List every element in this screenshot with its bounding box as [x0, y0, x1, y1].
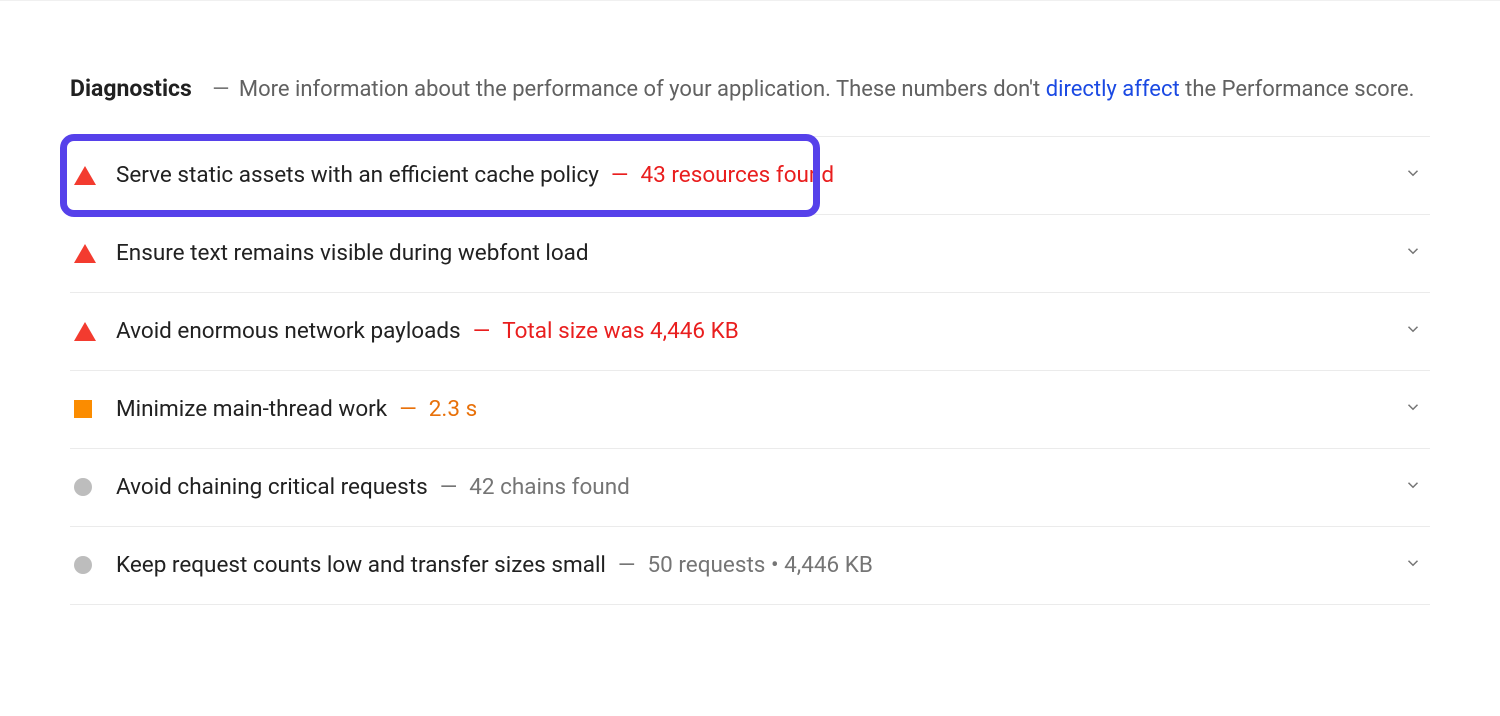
- severity-square-orange-icon: [74, 400, 116, 418]
- chevron-down-icon: [1392, 164, 1422, 186]
- dash-separator: —: [399, 396, 417, 422]
- severity-circle-gray-icon: [74, 556, 116, 574]
- diagnostic-detail: 42 chains found: [469, 474, 630, 500]
- diagnostic-item-main-thread[interactable]: Minimize main-thread work — 2.3 s: [70, 371, 1430, 449]
- chevron-down-icon: [1392, 476, 1422, 498]
- dash-separator: —: [618, 552, 636, 578]
- directly-affect-link[interactable]: directly affect: [1046, 77, 1180, 102]
- chevron-down-icon: [1392, 242, 1422, 264]
- diagnostic-title: Avoid chaining critical requests: [116, 474, 428, 500]
- dash-separator: —: [473, 318, 491, 344]
- section-description-before: More information about the performance o…: [239, 77, 1046, 102]
- severity-triangle-red-icon: [74, 244, 116, 263]
- diagnostic-item-chaining-requests[interactable]: Avoid chaining critical requests — 42 ch…: [70, 449, 1430, 527]
- diagnostic-detail: Total size was 4,446 KB: [502, 318, 738, 344]
- diagnostic-item-webfont-load[interactable]: Ensure text remains visible during webfo…: [70, 215, 1430, 293]
- diagnostic-title: Minimize main-thread work: [116, 396, 387, 422]
- section-description-after: the Performance score.: [1180, 77, 1415, 102]
- chevron-down-icon: [1392, 554, 1422, 576]
- diagnostic-item-request-counts[interactable]: Keep request counts low and transfer siz…: [70, 527, 1430, 605]
- diagnostic-detail: 43 resources found: [640, 162, 834, 188]
- severity-triangle-red-icon: [74, 322, 116, 341]
- dash-separator: —: [611, 162, 629, 188]
- diagnostic-title: Ensure text remains visible during webfo…: [116, 240, 589, 266]
- dash-separator: —: [212, 77, 229, 102]
- diagnostic-title: Avoid enormous network payloads: [116, 318, 461, 344]
- diagnostic-detail: 2.3 s: [429, 396, 477, 422]
- diagnostic-title: Keep request counts low and transfer siz…: [116, 552, 606, 578]
- diagnostic-item-network-payloads[interactable]: Avoid enormous network payloads — Total …: [70, 293, 1430, 371]
- diagnostics-header: Diagnostics — More information about the…: [70, 71, 1430, 108]
- diagnostics-list: Serve static assets with an efficient ca…: [70, 136, 1430, 605]
- section-title: Diagnostics: [70, 75, 192, 102]
- severity-circle-gray-icon: [74, 478, 116, 496]
- diagnostic-title: Serve static assets with an efficient ca…: [116, 162, 599, 188]
- chevron-down-icon: [1392, 398, 1422, 420]
- dash-separator: —: [440, 474, 458, 500]
- chevron-down-icon: [1392, 320, 1422, 342]
- diagnostic-detail: 50 requests • 4,446 KB: [647, 552, 872, 578]
- severity-triangle-red-icon: [74, 166, 116, 185]
- diagnostic-item-cache-policy[interactable]: Serve static assets with an efficient ca…: [70, 137, 1430, 215]
